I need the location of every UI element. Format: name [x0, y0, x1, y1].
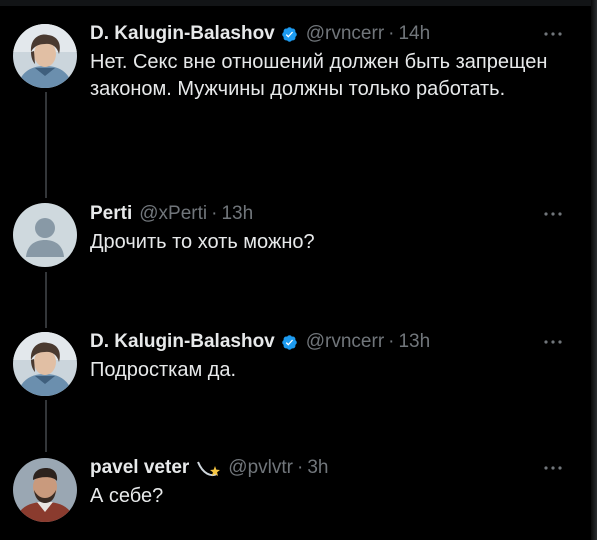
avatar[interactable] [13, 203, 77, 267]
avatar[interactable] [13, 332, 77, 396]
window-top-edge [0, 0, 597, 6]
author-handle[interactable]: @rvncerr [306, 330, 384, 354]
tweet-text: Нет. Секс вне отношений должен быть запр… [90, 51, 548, 100]
author-name[interactable]: D. Kalugin-Balashov [90, 330, 275, 354]
timestamp[interactable]: 13h [221, 202, 253, 226]
thread-connector [45, 400, 47, 452]
author-name[interactable]: D. Kalugin-Balashov [90, 22, 275, 46]
avatar-image [13, 332, 77, 396]
verified-badge-icon [281, 334, 297, 350]
more-options-icon[interactable] [543, 339, 563, 345]
tweet-text: Подросткам да. [90, 359, 237, 381]
default-avatar-icon [13, 203, 77, 267]
reply-thread: D. Kalugin-Balashov @rvncerr · 14h Нет. … [0, 0, 597, 540]
author-handle[interactable]: @xPerti [139, 202, 207, 226]
timestamp[interactable]: 13h [398, 330, 430, 354]
author-handle[interactable]: @pvlvtr [228, 456, 293, 480]
window-right-edge [591, 0, 597, 540]
verified-badge-icon [281, 26, 297, 42]
author-name[interactable]: pavel veter [90, 456, 189, 480]
thread-connector [45, 272, 47, 328]
timestamp[interactable]: 14h [398, 22, 430, 46]
tweet-text: А себе? [90, 485, 164, 507]
more-options-icon[interactable] [543, 211, 563, 217]
avatar[interactable] [13, 458, 77, 522]
more-options-icon[interactable] [543, 31, 563, 37]
dizzy-emoji-icon [197, 461, 221, 477]
author-name[interactable]: Perti [90, 202, 132, 226]
separator: · [296, 457, 304, 478]
avatar-image [13, 458, 77, 522]
timestamp[interactable]: 3h [307, 456, 328, 480]
tweet-text: Дрочить то хоть можно? [90, 231, 315, 253]
separator: · [388, 23, 395, 44]
avatar[interactable] [13, 24, 77, 88]
more-options-icon[interactable] [543, 465, 563, 471]
separator: · [211, 203, 218, 224]
thread-connector [45, 92, 47, 198]
avatar-image [13, 24, 77, 88]
author-handle[interactable]: @rvncerr [306, 22, 384, 46]
separator: · [388, 331, 395, 352]
